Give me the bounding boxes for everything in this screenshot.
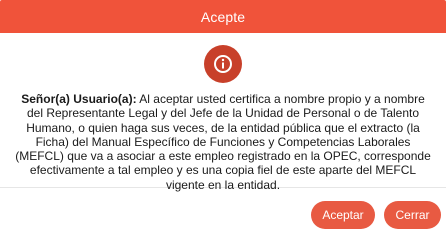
dialog-header: Acepte — [0, 0, 446, 33]
message-text: Al aceptar usted certifica a nombre prop… — [15, 92, 431, 192]
info-icon — [204, 45, 242, 83]
message-salutation: Señor(a) Usuario(a): — [21, 92, 137, 106]
dialog-footer: Aceptar Cerrar — [0, 188, 446, 232]
close-button[interactable]: Cerrar — [384, 201, 441, 229]
dialog-message: Señor(a) Usuario(a): Al aceptar usted ce… — [12, 92, 434, 192]
dialog-body: Señor(a) Usuario(a): Al aceptar usted ce… — [0, 33, 446, 192]
accept-dialog: Acepte Señor(a) Usuario(a): Al aceptar u… — [0, 0, 446, 232]
dialog-title: Acepte — [200, 8, 246, 25]
accept-button[interactable]: Aceptar — [311, 201, 375, 229]
